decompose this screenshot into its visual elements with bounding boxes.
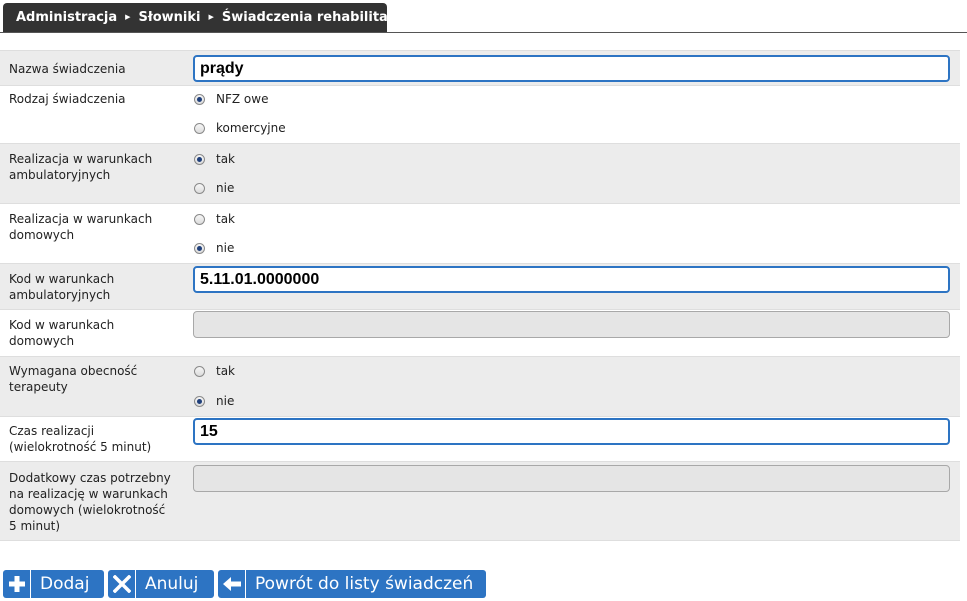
- radio-selected-icon[interactable]: [194, 395, 205, 407]
- therapist-option-nie[interactable]: nie: [194, 393, 234, 409]
- cancel-button[interactable]: Anuluj: [108, 570, 214, 598]
- home-label: Realizacja w warunkach domowych: [9, 212, 153, 242]
- radio-icon[interactable]: [194, 213, 205, 225]
- radio-selected-icon[interactable]: [194, 242, 205, 254]
- name-label: Nazwa świadczenia: [9, 62, 126, 76]
- duration-label: Czas realizacji (wielokrotność 5 minut): [9, 424, 152, 454]
- breadcrumb-current: Świadczenia rehabilitacyjne: [221, 10, 427, 25]
- row-extra-time: Dodatkowy czas potrzebny na realizację w…: [0, 462, 960, 541]
- type-label: Rodzaj świadczenia: [9, 92, 126, 106]
- add-button-label: Dodaj: [40, 574, 90, 594]
- ambulatory-option-tak[interactable]: tak: [194, 151, 235, 167]
- option-label: nie: [216, 241, 235, 255]
- type-option-commercial[interactable]: komercyjne: [194, 120, 286, 136]
- radio-icon[interactable]: [194, 122, 205, 134]
- row-therapist: Wymagana obecność terapeuty tak nie: [0, 357, 960, 417]
- row-home: Realizacja w warunkach domowych tak nie: [0, 204, 960, 264]
- radio-icon[interactable]: [194, 182, 205, 194]
- breadcrumb-separator-icon: ▶: [208, 12, 214, 21]
- option-label: tak: [216, 212, 236, 226]
- option-label: komercyjne: [216, 121, 286, 135]
- row-code-ambulatory: Kod w warunkach ambulatoryjnych: [0, 264, 960, 310]
- row-ambulatory: Realizacja w warunkach ambulatoryjnych t…: [0, 144, 960, 204]
- cancel-button-label: Anuluj: [145, 574, 199, 594]
- code-ambulatory-input[interactable]: [193, 266, 950, 293]
- back-to-list-button[interactable]: Powrót do listy świadczeń: [218, 570, 486, 598]
- option-label: tak: [216, 152, 236, 166]
- row-type: Rodzaj świadczenia NFZ owe komercyjne: [0, 86, 960, 144]
- breadcrumb: Administracja ▶ Słowniki ▶ Świadczenia r…: [3, 3, 427, 32]
- ambulatory-label: Realizacja w warunkach ambulatoryjnych: [9, 152, 153, 182]
- radio-selected-icon[interactable]: [194, 153, 205, 165]
- extra-time-label: Dodatkowy czas potrzebny na realizację w…: [9, 471, 171, 533]
- row-name: Nazwa świadczenia: [0, 50, 960, 86]
- option-label: nie: [216, 394, 235, 408]
- plus-icon: [3, 570, 31, 598]
- row-duration: Czas realizacji (wielokrotność 5 minut): [0, 417, 960, 462]
- breadcrumb-slowniki[interactable]: Słowniki: [139, 10, 201, 25]
- type-option-nfz[interactable]: NFZ owe: [194, 91, 268, 107]
- code-home-label: Kod w warunkach domowych: [9, 318, 115, 348]
- home-option-nie[interactable]: nie: [194, 240, 234, 256]
- divider: [0, 32, 967, 33]
- code-ambulatory-label: Kod w warunkach ambulatoryjnych: [9, 272, 115, 302]
- breadcrumb-administracja[interactable]: Administracja: [16, 10, 117, 25]
- option-label: nie: [216, 181, 235, 195]
- close-icon: [108, 570, 136, 598]
- row-code-home: Kod w warunkach domowych: [0, 310, 960, 357]
- breadcrumb-separator-icon: ▶: [125, 12, 131, 21]
- arrow-left-icon: [218, 570, 246, 598]
- name-input[interactable]: [193, 55, 950, 82]
- therapist-option-tak[interactable]: tak: [194, 363, 235, 379]
- option-label: NFZ owe: [216, 92, 269, 106]
- option-label: tak: [216, 364, 236, 378]
- code-home-input[interactable]: [193, 311, 950, 338]
- duration-input[interactable]: [193, 418, 950, 445]
- ambulatory-option-nie[interactable]: nie: [194, 180, 234, 196]
- extra-time-input[interactable]: [193, 465, 950, 492]
- radio-icon[interactable]: [194, 365, 205, 377]
- therapist-label: Wymagana obecność terapeuty: [9, 364, 138, 394]
- back-button-label: Powrót do listy świadczeń: [255, 574, 474, 594]
- top-bar: Administracja ▶ Słowniki ▶ Świadczenia r…: [0, 0, 967, 33]
- radio-selected-icon[interactable]: [194, 93, 205, 105]
- home-option-tak[interactable]: tak: [194, 211, 235, 227]
- add-button[interactable]: Dodaj: [3, 570, 104, 598]
